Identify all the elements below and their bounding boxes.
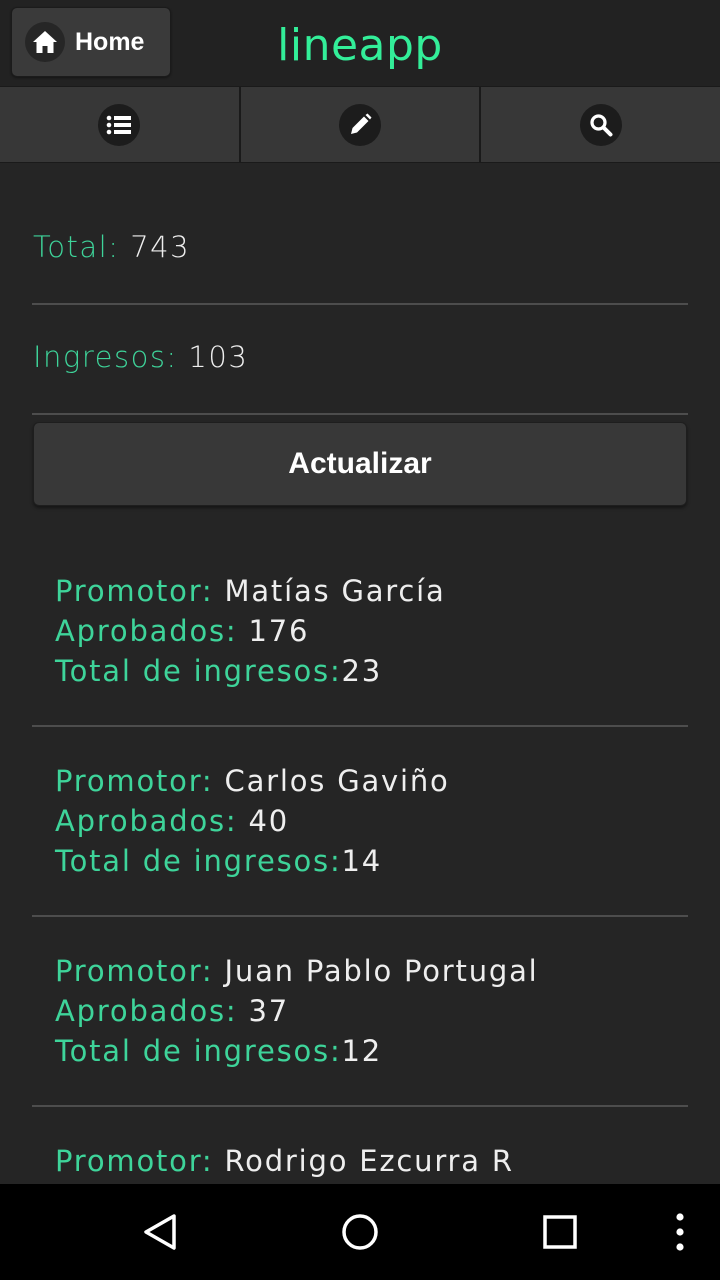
search-icon xyxy=(579,103,622,146)
promotor-item: Promotor: Juan Pablo Portugal Aprobados:… xyxy=(55,951,695,1071)
promotor-label: Promotor: xyxy=(55,574,214,608)
ingresos-line: Total de ingresos:23 xyxy=(55,651,695,691)
promotor-label: Promotor: xyxy=(55,954,214,988)
aprobados-label: Aprobados: xyxy=(55,614,238,648)
ingresos-label: Total de ingresos: xyxy=(55,654,342,688)
promotor-name: Rodrigo Ezcurra R xyxy=(224,1144,514,1178)
divider xyxy=(32,915,688,917)
promotor-name: Matías García xyxy=(224,574,446,608)
back-triangle-icon[interactable] xyxy=(130,1184,190,1280)
total-label: Total: xyxy=(33,230,120,264)
ingresos-label: Total de ingresos: xyxy=(55,1034,342,1068)
pencil-icon xyxy=(339,103,381,146)
system-nav-bar xyxy=(0,1184,720,1280)
ingresos-value: 12 xyxy=(341,1034,383,1068)
ingresos-label: Total de ingresos: xyxy=(55,844,342,878)
promotor-item: Promotor: Carlos Gaviño Aprobados: 40 To… xyxy=(55,761,695,881)
divider xyxy=(32,413,688,415)
home-circle-icon[interactable] xyxy=(330,1184,390,1280)
ingresos-line: Total de ingresos:12 xyxy=(55,1031,695,1071)
promotor-item: Promotor: Rodrigo Ezcurra R xyxy=(55,1141,695,1181)
recents-square-icon[interactable] xyxy=(530,1184,590,1280)
promotor-line: Promotor: Rodrigo Ezcurra R xyxy=(55,1141,695,1181)
ingresos-label: Ingresos: xyxy=(33,340,178,374)
promotor-label: Promotor: xyxy=(55,1144,214,1178)
aprobados-line: Aprobados: 37 xyxy=(55,991,695,1031)
aprobados-value: 176 xyxy=(248,614,310,648)
main-content: Total: 743 Ingresos: 103 Actualizar Prom… xyxy=(0,164,720,1184)
divider xyxy=(32,1105,688,1107)
promotor-item: Promotor: Matías García Aprobados: 176 T… xyxy=(55,571,695,691)
app-header: Home lineapp xyxy=(0,0,720,86)
tab-search[interactable] xyxy=(481,87,720,162)
actualizar-button[interactable]: Actualizar xyxy=(33,422,687,506)
aprobados-line: Aprobados: 40 xyxy=(55,801,695,841)
promotor-line: Promotor: Matías García xyxy=(55,571,695,611)
promotor-line: Promotor: Carlos Gaviño xyxy=(55,761,695,801)
aprobados-value: 40 xyxy=(248,804,290,838)
promotor-name: Juan Pablo Portugal xyxy=(224,954,539,988)
tab-bar xyxy=(0,86,720,163)
list-icon xyxy=(98,103,141,146)
tab-edit[interactable] xyxy=(240,87,482,162)
overflow-menu-icon[interactable] xyxy=(660,1184,700,1280)
divider xyxy=(32,303,688,305)
app-title: lineapp xyxy=(277,20,443,71)
divider xyxy=(32,725,688,727)
promotor-name: Carlos Gaviño xyxy=(224,764,450,798)
tab-list[interactable] xyxy=(0,87,241,162)
ingresos-stat: Ingresos: 103 xyxy=(33,340,248,374)
aprobados-label: Aprobados: xyxy=(55,804,238,838)
promotor-line: Promotor: Juan Pablo Portugal xyxy=(55,951,695,991)
total-stat: Total: 743 xyxy=(33,230,190,264)
aprobados-value: 37 xyxy=(248,994,290,1028)
ingresos-line: Total de ingresos:14 xyxy=(55,841,695,881)
total-value: 743 xyxy=(130,230,191,264)
aprobados-line: Aprobados: 176 xyxy=(55,611,695,651)
ingresos-value: 103 xyxy=(188,340,249,374)
promotor-label: Promotor: xyxy=(55,764,214,798)
aprobados-label: Aprobados: xyxy=(55,994,238,1028)
ingresos-value: 23 xyxy=(341,654,383,688)
ingresos-value: 14 xyxy=(341,844,383,878)
